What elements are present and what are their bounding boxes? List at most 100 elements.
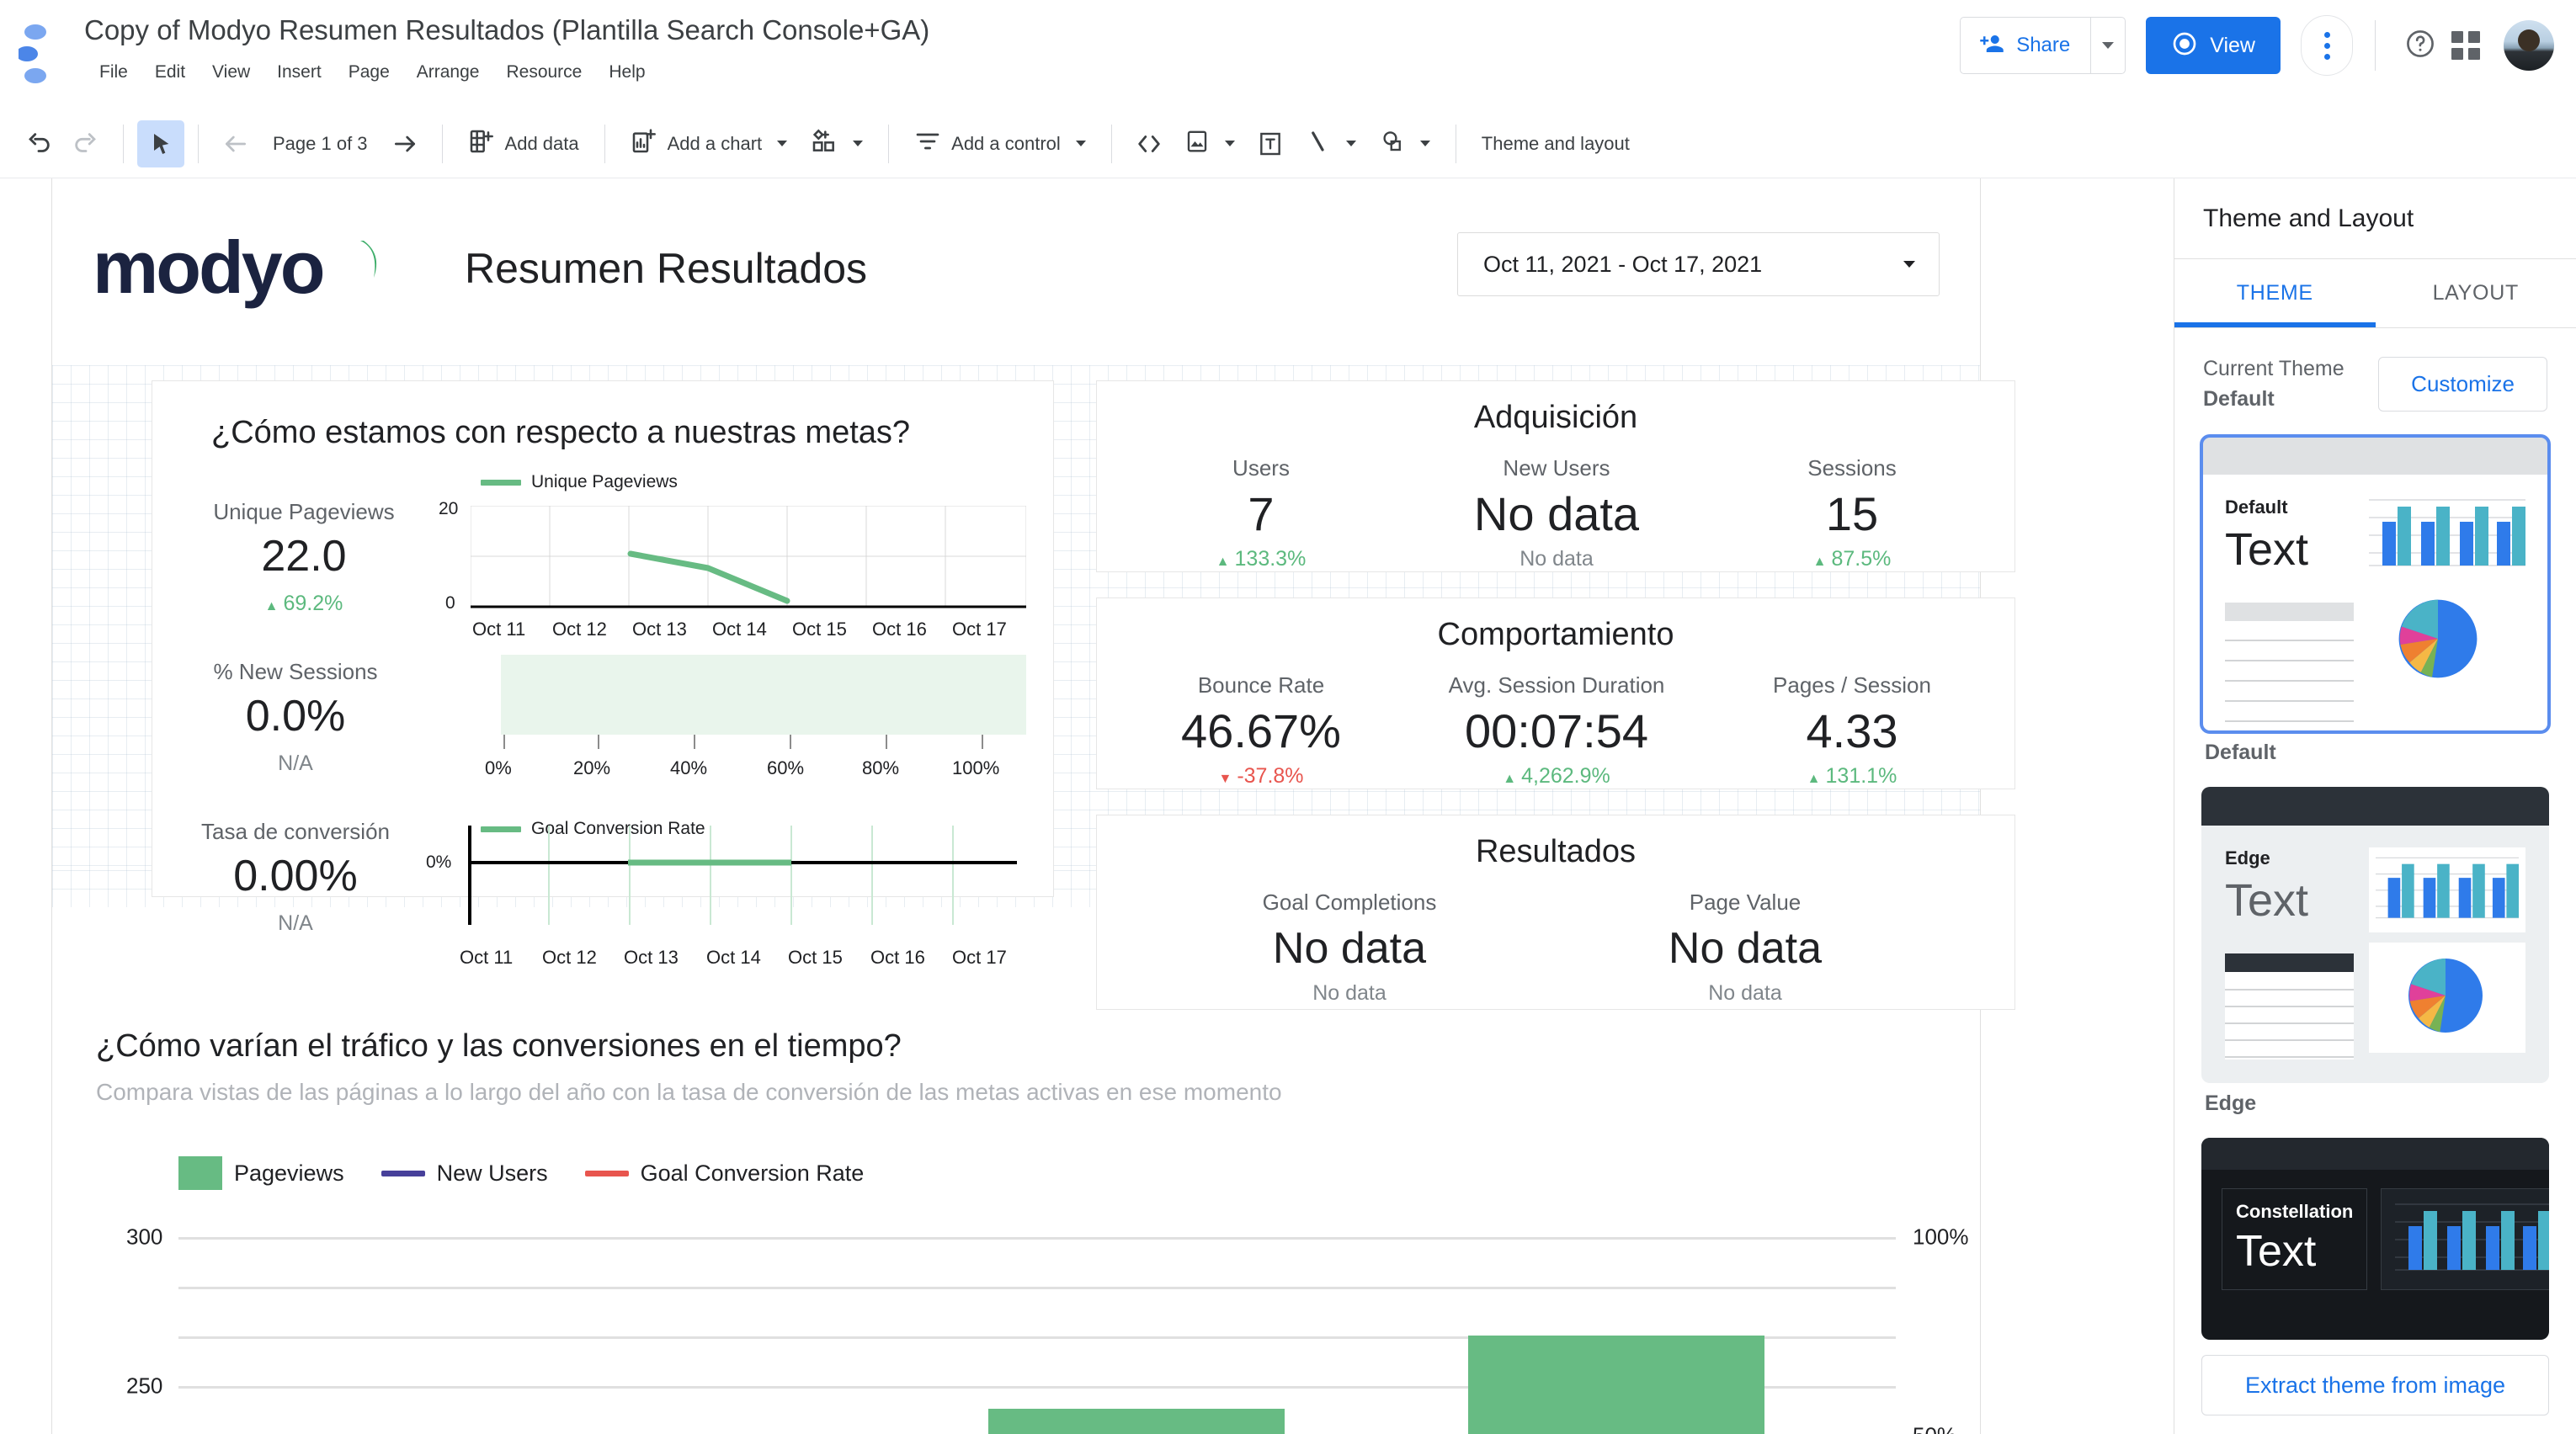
theme-card-default[interactable]: Default Text: [2200, 434, 2551, 734]
goal-delta: 69.2%: [178, 592, 430, 616]
menu-resource[interactable]: Resource: [492, 56, 595, 88]
view-button[interactable]: View: [2146, 17, 2281, 74]
theme-preview-titlebar: [2201, 1138, 2549, 1170]
goal-conversion-rate-sparkline: [468, 826, 1017, 925]
x-tick: Oct 11: [460, 947, 514, 968]
kpi-cell-new-users: New Users No data No data: [1418, 455, 1695, 571]
goals-question: ¿Cómo estamos con respecto a nuestras me…: [211, 415, 911, 450]
kpi-value: 4.33: [1806, 704, 1898, 757]
menu-arrange[interactable]: Arrange: [403, 56, 493, 88]
toolbar-divider: [1110, 124, 1112, 163]
kpi-cell-bounce-rate: Bounce Rate 46.67% -37.8%: [1122, 672, 1400, 789]
kpi-panel-comportamiento[interactable]: Comportamiento Bounce Rate 46.67% -37.8%…: [1096, 598, 2015, 789]
theme-label-default: Default: [2205, 741, 2276, 764]
page-navigation: Page 1 of 3: [212, 120, 428, 167]
date-range-control[interactable]: Oct 11, 2021 - Oct 17, 2021: [1457, 232, 1940, 296]
theme-preview-table: [2225, 972, 2354, 1060]
share-button[interactable]: Share: [1961, 18, 2092, 73]
theme-preview-text: Text: [2236, 1227, 2317, 1276]
customize-button[interactable]: Customize: [2378, 356, 2547, 412]
extract-theme-from-image-button[interactable]: Extract theme from image: [2201, 1355, 2549, 1415]
report-page: modyo Resumen Resultados Oct 11, 2021 - …: [52, 178, 2015, 1434]
legend-item-new-users[interactable]: New Users: [381, 1160, 548, 1187]
kpi-cell-users: Users 7 133.3%: [1122, 455, 1400, 571]
date-range-value: Oct 11, 2021 - Oct 17, 2021: [1483, 251, 1763, 277]
legend-item-goal-conversion-rate[interactable]: Goal Conversion Rate: [584, 1160, 864, 1187]
legend-item-pageviews[interactable]: Pageviews: [178, 1156, 344, 1190]
add-data-button[interactable]: Add data: [456, 121, 591, 167]
add-control-button[interactable]: Add a control: [902, 121, 1098, 167]
kpi-label: Bounce Rate: [1197, 672, 1325, 698]
share-dropdown-button[interactable]: [2091, 18, 2125, 73]
add-community-viz-button[interactable]: [799, 121, 875, 167]
insert-shape-button[interactable]: [1368, 122, 1442, 166]
page-indicator[interactable]: Page 1 of 3: [263, 133, 378, 155]
add-chart-button[interactable]: Add a chart: [619, 121, 800, 167]
kpi-section-title: Adquisición: [1473, 400, 1638, 435]
x-tick: Oct 11: [472, 619, 526, 640]
unique-pageviews-sparkline: [471, 506, 1026, 608]
kpi-panel-adquisicion[interactable]: Adquisición Users 7 133.3% New Users No …: [1096, 380, 2015, 572]
kebab-menu-icon: [2323, 29, 2330, 62]
theme-preview-right: [2369, 497, 2525, 722]
modyo-logo: modyo: [93, 226, 429, 313]
kpi-cell-pages-per-session: Pages / Session 4.33 131.1%: [1713, 672, 1991, 789]
redo-button[interactable]: [62, 120, 109, 167]
theme-preview-table-row: [2225, 989, 2354, 991]
x-tick: 100%: [952, 757, 1000, 778]
kpi-label: Goal Completions: [1262, 890, 1437, 915]
theme-preview-text: Text: [2225, 875, 2309, 926]
theme-card-edge[interactable]: Edge Text: [2201, 787, 2549, 1083]
goal-label: Tasa de conversión: [200, 819, 391, 844]
toolbar-divider: [198, 124, 199, 163]
menu-help[interactable]: Help: [595, 56, 658, 88]
avatar[interactable]: [2504, 20, 2554, 71]
legend-label: Pageviews: [234, 1160, 344, 1186]
insert-line-button[interactable]: [1294, 122, 1368, 166]
y2-axis-tick-50: 50%: [1913, 1423, 1956, 1434]
x-tick: Oct 16: [870, 947, 925, 968]
menu-insert[interactable]: Insert: [263, 56, 335, 88]
kpi-section-title: Resultados: [1475, 834, 1637, 869]
report-canvas[interactable]: modyo Resumen Resultados Oct 11, 2021 - …: [0, 178, 2174, 1434]
google-apps-button[interactable]: [2443, 23, 2488, 68]
theme-and-layout-panel[interactable]: Theme and Layout THEME LAYOUT Current Th…: [2174, 178, 2576, 1434]
menu-view[interactable]: View: [199, 56, 263, 88]
menu-edit[interactable]: Edit: [141, 56, 199, 88]
kpi-delta: 87.5%: [1713, 547, 1991, 571]
view-label: View: [2210, 33, 2255, 57]
goals-panel[interactable]: ¿Cómo estamos con respecto a nuestras me…: [152, 380, 1054, 968]
bar-pageviews[interactable]: [1468, 1336, 1764, 1434]
x-tick: Oct 17: [952, 947, 1007, 968]
more-options-button[interactable]: [2301, 15, 2353, 76]
select-tool-button[interactable]: [137, 120, 184, 167]
menu-file[interactable]: File: [86, 56, 141, 88]
kpi-panel-resultados[interactable]: Resultados Goal Completions No data No d…: [1096, 815, 2015, 1010]
gridline: [178, 1287, 1896, 1289]
chevron-down-icon: [1224, 141, 1235, 146]
x-tick: Oct 14: [706, 947, 761, 968]
toolbar-divider: [123, 124, 124, 163]
insert-image-button[interactable]: [1173, 122, 1247, 166]
current-theme-label: Current Theme: [2203, 357, 2344, 380]
previous-page-button[interactable]: [212, 120, 259, 167]
theme-and-layout-button[interactable]: Theme and layout: [1470, 126, 1642, 162]
embed-code-button[interactable]: [1126, 120, 1173, 167]
time-chart-legend: Pageviews New Users Goal Conversion Rate: [178, 1156, 882, 1190]
legend-label: Unique Pageviews: [531, 472, 678, 491]
apps-grid-icon: [2451, 31, 2480, 60]
next-page-button[interactable]: [381, 120, 428, 167]
current-theme-value: Default: [2203, 387, 2275, 411]
toolbar-divider: [604, 124, 605, 163]
help-button[interactable]: [2398, 23, 2443, 68]
bar-pageviews[interactable]: [988, 1409, 1285, 1434]
menu-page[interactable]: Page: [335, 56, 403, 88]
theme-card-constellation[interactable]: Constellation Text: [2201, 1138, 2549, 1340]
document-title[interactable]: Copy of Modyo Resumen Resultados (Planti…: [84, 12, 929, 49]
tab-layout[interactable]: LAYOUT: [2376, 259, 2576, 327]
insert-text-button[interactable]: [1247, 120, 1294, 167]
kpi-label: Pages / Session: [1773, 672, 1931, 698]
tab-theme[interactable]: THEME: [2174, 259, 2376, 327]
chevron-down-icon: [777, 141, 788, 146]
undo-button[interactable]: [15, 120, 62, 167]
